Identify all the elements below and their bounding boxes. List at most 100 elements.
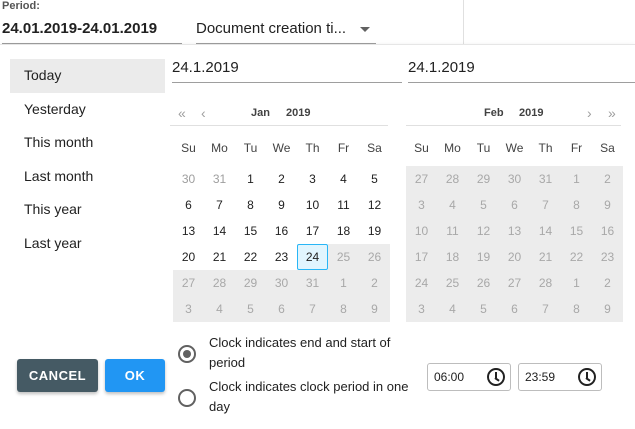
calendar-day: 18 (437, 244, 468, 270)
weekday-label: Tu (243, 141, 258, 155)
calendar-day: 3 (406, 192, 437, 218)
weekday-label: Mo (444, 141, 461, 155)
clock-icon[interactable] (487, 368, 505, 386)
calendar-day: 8 (561, 296, 592, 322)
weekday-label: Su (181, 141, 196, 155)
calendar-day: 3 (173, 296, 204, 322)
calendar-day: 1 (328, 270, 359, 296)
calendar-day[interactable]: 3 (297, 166, 328, 192)
weekday-label: We (505, 141, 524, 155)
weekday-label: Fr (337, 141, 350, 155)
preset-yesterday[interactable]: Yesterday (10, 93, 165, 127)
preset-last-year[interactable]: Last year (10, 227, 165, 261)
calendar-day: 27 (173, 270, 204, 296)
calendar-day[interactable]: 7 (204, 192, 235, 218)
next-month-icon[interactable]: › (587, 105, 592, 121)
calendar-day: 31 (530, 166, 561, 192)
option-clock-period-label: Clock indicates clock period in one day (209, 379, 409, 414)
start-time-value: 06:00 (434, 370, 465, 384)
calendar-day: 1 (561, 166, 592, 192)
calendar-day[interactable]: 18 (328, 218, 359, 244)
preset-today[interactable]: Today (10, 59, 165, 93)
preset-this-year[interactable]: This year (10, 193, 165, 227)
calendar-day: 23 (592, 244, 623, 270)
calendar-day: 22 (561, 244, 592, 270)
calendar-day: 1 (561, 270, 592, 296)
radio-checked-icon[interactable] (178, 345, 196, 363)
calendar-day[interactable]: 15 (235, 218, 266, 244)
calendar-day[interactable]: 19 (359, 218, 390, 244)
weekday-label: Mo (211, 141, 228, 155)
prev-month-icon[interactable]: ‹ (201, 105, 206, 121)
calendar-day[interactable]: 17 (297, 218, 328, 244)
calendar-day[interactable]: 13 (173, 218, 204, 244)
calendar-day[interactable]: 9 (266, 192, 297, 218)
calendar-day: 14 (530, 218, 561, 244)
calendar-day: 9 (592, 296, 623, 322)
cancel-button[interactable]: CANCEL (17, 359, 98, 392)
calendar-day: 27 (499, 270, 530, 296)
calendar-day[interactable]: 1 (235, 166, 266, 192)
ok-button[interactable]: OK (105, 359, 165, 392)
clock-icon[interactable] (578, 368, 596, 386)
calendar-day: 29 (235, 270, 266, 296)
calendar-day[interactable]: 31 (204, 166, 235, 192)
calendar-day: 30 (499, 166, 530, 192)
calendar-day-selected[interactable]: 24 (297, 244, 328, 270)
calendar-day[interactable]: 6 (173, 192, 204, 218)
calendar-day: 21 (530, 244, 561, 270)
calendar-day[interactable]: 4 (328, 166, 359, 192)
calendar-day[interactable]: 30 (173, 166, 204, 192)
calendar-day[interactable]: 21 (204, 244, 235, 270)
weekday-label: Tu (476, 141, 491, 155)
calendar-day: 4 (437, 296, 468, 322)
radio-unchecked-icon[interactable] (178, 389, 196, 407)
next-year-icon[interactable]: » (608, 105, 616, 121)
end-time-value: 23:59 (525, 370, 556, 384)
calendar-day[interactable]: 10 (297, 192, 328, 218)
month-label-left: Jan (251, 107, 270, 119)
start-time-input[interactable]: 06:00 (427, 363, 511, 391)
month-label-right: Feb (484, 107, 504, 119)
calendar-day[interactable]: 20 (173, 244, 204, 270)
calendar-day: 2 (359, 270, 390, 296)
calendar-day: 5 (235, 296, 266, 322)
calendar-day[interactable]: 8 (235, 192, 266, 218)
calendar-day: 4 (437, 192, 468, 218)
calendar-day[interactable]: 2 (266, 166, 297, 192)
date-picker-panel: Today Yesterday This month Last month Th… (0, 44, 635, 429)
prev-year-icon[interactable]: « (178, 105, 186, 121)
calendar-header-left: « ‹ Jan 2019 (170, 100, 388, 126)
year-label-right: 2019 (519, 107, 544, 119)
end-time-input[interactable]: 23:59 (518, 363, 602, 391)
calendar-day: 11 (437, 218, 468, 244)
calendar-day: 28 (530, 270, 561, 296)
calendar-day: 20 (499, 244, 530, 270)
weekday-label: We (272, 141, 291, 155)
calendar-day[interactable]: 12 (359, 192, 390, 218)
calendar-day: 5 (468, 296, 499, 322)
calendar-day[interactable]: 16 (266, 218, 297, 244)
calendar-day: 28 (437, 166, 468, 192)
weekday-label: Sa (600, 141, 615, 155)
calendar-day[interactable]: 23 (266, 244, 297, 270)
preset-this-month[interactable]: This month (10, 126, 165, 160)
calendar-day: 12 (468, 218, 499, 244)
calendar-day[interactable]: 5 (359, 166, 390, 192)
calendar-day: 26 (359, 244, 390, 270)
calendar-day[interactable]: 22 (235, 244, 266, 270)
date-range-field[interactable]: 24.01.2019-24.01.2019 (2, 18, 182, 44)
calendar-day: 15 (561, 218, 592, 244)
start-date-input[interactable]: 24.1.2019 (172, 55, 402, 83)
weekday-label: Fr (570, 141, 583, 155)
end-date-input[interactable]: 24.1.2019 (408, 55, 635, 83)
document-type-select[interactable]: Document creation ti... (196, 18, 376, 44)
weekday-label: Th (538, 141, 553, 155)
calendar-day: 24 (406, 270, 437, 296)
calendar-day: 25 (328, 244, 359, 270)
calendar-day[interactable]: 14 (204, 218, 235, 244)
calendar-day[interactable]: 11 (328, 192, 359, 218)
preset-last-month[interactable]: Last month (10, 160, 165, 194)
calendar-day: 27 (406, 166, 437, 192)
calendar-day: 5 (468, 192, 499, 218)
